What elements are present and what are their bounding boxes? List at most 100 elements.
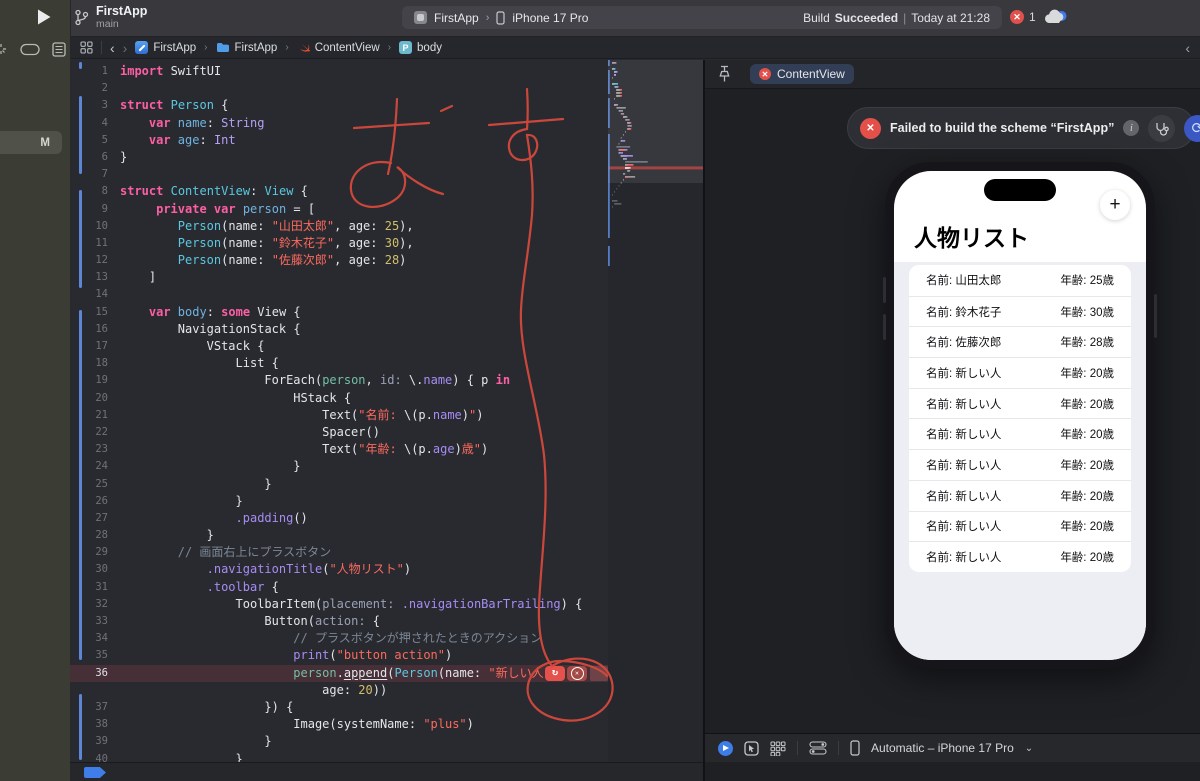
info-icon[interactable]: i — [1123, 120, 1140, 136]
code-line[interactable]: 37}) { — [70, 699, 608, 716]
document-icon[interactable] — [52, 41, 66, 57]
code-line[interactable]: 22 Spacer() — [70, 424, 608, 441]
live-preview-play-icon[interactable] — [718, 740, 733, 756]
code-line[interactable]: 26} — [70, 493, 608, 510]
folder-icon — [216, 43, 229, 52]
banner-error-icon: ✕ — [860, 117, 881, 139]
breakpoint-tag-icon[interactable] — [84, 767, 106, 778]
code-line[interactable]: 29// 画面右上にプラスボタン — [70, 544, 608, 561]
fixit-badge-icon[interactable]: ↻ — [545, 665, 565, 681]
scheme-branch[interactable]: FirstApp main — [74, 4, 147, 30]
code-line[interactable]: 28} — [70, 527, 608, 544]
code-line[interactable]: 1 import SwiftUI — [70, 63, 608, 80]
code-line[interactable]: 15 var body: some View { — [70, 304, 608, 321]
code-line[interactable]: 18 List { — [70, 355, 608, 372]
code-line[interactable]: 2 — [70, 80, 608, 97]
error-x-badge-icon[interactable]: ✕ — [567, 665, 587, 681]
code-line[interactable]: 5 var age: Int — [70, 132, 608, 149]
collapse-editor-chevron-icon[interactable]: ‹ — [1185, 40, 1190, 56]
code-line[interactable]: 36person.append(Person(name: "新しい人",↻✕ — [70, 664, 608, 682]
pin-icon[interactable] — [717, 65, 732, 83]
line-number: 37 — [95, 700, 108, 713]
selected-file-row[interactable]: M — [0, 131, 62, 154]
banner-message: Failed to build the scheme “FirstApp” — [890, 121, 1115, 135]
person-row[interactable]: 名前: 新しい人 年齢: 20歳 — [909, 449, 1131, 480]
forward-chevron-icon[interactable]: › — [123, 41, 128, 55]
person-row[interactable]: 名前: 新しい人 年齢: 20歳 — [909, 387, 1131, 419]
person-row[interactable]: 名前: 新しい人 年齢: 20歳 — [909, 510, 1131, 542]
person-row[interactable]: 名前: 新しい人 年齢: 20歳 — [909, 541, 1131, 572]
code-line[interactable]: 35 print("button action") — [70, 647, 608, 664]
person-row[interactable]: 名前: 新しい人 年齢: 20歳 — [909, 479, 1131, 511]
breadcrumb-symbol[interactable]: P body — [399, 41, 442, 54]
code-line[interactable]: 32 ToolbarItem(placement: .navigationBarT… — [70, 596, 608, 613]
selectable-mode-icon[interactable] — [744, 740, 759, 756]
code-line[interactable]: 12 Person(name: "佐藤次郎", age: 28) — [70, 252, 608, 269]
breadcrumb-file[interactable]: ContentView — [297, 41, 380, 54]
plus-button[interactable]: + — [1100, 190, 1130, 220]
code-line[interactable]: 10 Person(name: "山田太郎", age: 25), — [70, 218, 608, 235]
variants-grid-icon[interactable] — [770, 741, 786, 756]
preview-device-selector[interactable]: Automatic – iPhone 17 Pro — [871, 741, 1014, 755]
person-name: 名前: 山田太郎 — [926, 275, 1002, 288]
code-line[interactable]: 25} — [70, 476, 608, 493]
appearance-variants-icon[interactable] — [809, 741, 827, 755]
code-line[interactable]: 13] — [70, 269, 608, 286]
error-count: 1 — [1029, 10, 1036, 24]
code-line[interactable]: 40} — [70, 751, 608, 763]
issue-badge[interactable]: ✕ 1 — [1010, 10, 1036, 24]
toolbar-divider — [797, 741, 798, 755]
build-status[interactable]: Build Succeeded | Today at 21:28 — [803, 11, 990, 25]
xcode-window: FirstApp main FirstApp › iPhone 17 Pro B… — [0, 0, 1200, 781]
code-line[interactable]: 4 var name: String — [70, 115, 608, 132]
code-line[interactable]: 11 Person(name: "鈴木花子", age: 30), — [70, 235, 608, 252]
code-line[interactable]: 21 Text("名前: \(p.name)") — [70, 407, 608, 424]
code-line[interactable]: 33 Button(action: { — [70, 613, 608, 630]
person-row[interactable]: 名前: 鈴木花子 年齢: 30歳 — [909, 295, 1131, 327]
minimap-viewport[interactable] — [608, 60, 703, 183]
cloud-icon[interactable] — [1044, 8, 1068, 25]
capsule-icon[interactable] — [20, 43, 40, 56]
code-line[interactable]: 39} — [70, 733, 608, 750]
code-line[interactable]: 24} — [70, 458, 608, 475]
clipped-icon[interactable] — [0, 42, 8, 56]
person-row[interactable]: 名前: 山田太郎 年齢: 25歳 — [909, 265, 1131, 296]
code-line[interactable]: 14 — [70, 286, 608, 303]
person-row[interactable]: 名前: 佐藤次郎 年齢: 28歳 — [909, 326, 1131, 357]
code-line[interactable]: 19 ForEach(person, id: \.name) { p in — [70, 372, 608, 389]
code-line[interactable]: 23 Text("年齢: \(p.age)歳") — [70, 441, 608, 458]
code-editor[interactable]: 1 import SwiftUI 2 3 struct Person {4 var nam… — [70, 60, 608, 762]
destination-scheme[interactable]: FirstApp — [434, 11, 479, 25]
line-number: 23 — [95, 443, 108, 456]
code-line[interactable]: 9 private var person = [ — [70, 201, 608, 218]
diagnostics-button[interactable] — [1148, 114, 1176, 142]
back-chevron-icon[interactable]: ‹ — [110, 41, 115, 55]
person-row[interactable]: 名前: 新しい人 年齢: 20歳 — [909, 357, 1131, 388]
destination-device[interactable]: iPhone 17 Pro — [512, 11, 588, 25]
line-number: 29 — [95, 546, 108, 559]
minimap[interactable] — [608, 60, 703, 762]
code-line[interactable]: 34// プラスボタンが押されたときのアクション — [70, 630, 608, 647]
code-line[interactable]: 3 struct Person { — [70, 97, 608, 114]
person-row[interactable]: 名前: 新しい人 年齢: 20歳 — [909, 418, 1131, 449]
code-line[interactable]: age: 20)) — [70, 682, 608, 699]
breadcrumb-project[interactable]: FirstApp — [135, 41, 196, 54]
code-line[interactable]: 16 NavigationStack { — [70, 321, 608, 338]
code-line[interactable]: 27 .padding() — [70, 510, 608, 527]
run-play-button[interactable] — [36, 8, 52, 26]
code-line[interactable]: 7 — [70, 166, 608, 183]
tab-contentview[interactable]: ✕ ContentView — [750, 64, 854, 84]
code-line[interactable]: 17 VStack { — [70, 338, 608, 355]
code-line[interactable]: 38 Image(systemName: "plus") — [70, 716, 608, 733]
destination-pill[interactable]: FirstApp › iPhone 17 Pro Build Succeeded… — [402, 6, 1002, 29]
code-line[interactable]: 8 struct ContentView: View { — [70, 183, 608, 200]
breadcrumb-group[interactable]: FirstApp — [216, 42, 277, 54]
refresh-preview-button[interactable]: ⟳ — [1184, 114, 1200, 142]
code-line[interactable]: 20 HStack { — [70, 390, 608, 407]
related-items-grid-icon[interactable] — [80, 41, 93, 54]
jumpbar-divider — [101, 41, 102, 54]
code-line[interactable]: 6} — [70, 149, 608, 166]
line-number: 33 — [95, 615, 108, 627]
code-line[interactable]: 30 .navigationTitle("人物リスト") — [70, 561, 608, 578]
code-line[interactable]: 31 .toolbar { — [70, 579, 608, 596]
